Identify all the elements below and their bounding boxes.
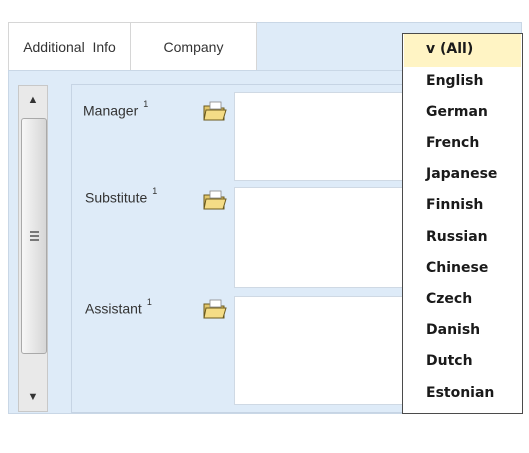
footnote-marker: 1 — [143, 99, 149, 109]
dropdown-option-danish[interactable]: Danish — [404, 315, 521, 345]
assistant-label: Assistant 1 — [85, 297, 152, 317]
language-dropdown-list[interactable]: v (All) English German French Japanese F… — [402, 33, 523, 414]
dropdown-option-french[interactable]: French — [404, 128, 521, 158]
grip-line — [30, 231, 39, 233]
dropdown-option-all[interactable]: v (All) — [404, 34, 521, 67]
dropdown-option-estonian[interactable]: Estonian — [404, 378, 521, 408]
footnote-marker: 1 — [146, 297, 152, 307]
scroll-up-icon[interactable]: ▲ — [21, 88, 45, 112]
dropdown-option-japanese[interactable]: Japanese — [404, 159, 521, 189]
dropdown-option-english[interactable]: English — [404, 66, 521, 96]
dropdown-option-russian[interactable]: Russian — [404, 222, 521, 252]
substitute-label: Substitute 1 — [85, 186, 158, 206]
dropdown-option-czech[interactable]: Czech — [404, 284, 521, 314]
footnote-marker: 1 — [152, 186, 158, 196]
dropdown-option-chinese[interactable]: Chinese — [404, 253, 521, 283]
scrollbar-thumb[interactable] — [21, 118, 47, 354]
manager-label-text: Manager — [83, 102, 139, 119]
grip-line — [30, 239, 39, 241]
manager-folder-icon[interactable] — [202, 99, 228, 123]
dropdown-option-german[interactable]: German — [404, 97, 521, 127]
assistant-label-text: Assistant — [85, 300, 142, 317]
assistant-folder-icon[interactable] — [202, 297, 228, 321]
scroll-down-icon[interactable]: ▼ — [21, 385, 45, 409]
tab-company[interactable]: Company — [130, 22, 257, 70]
manager-label: Manager 1 — [83, 99, 149, 119]
dropdown-option-dutch[interactable]: Dutch — [404, 346, 521, 376]
substitute-label-text: Substitute — [85, 189, 148, 206]
substitute-folder-icon[interactable] — [202, 188, 228, 212]
grip-line — [30, 235, 39, 237]
tab-additional-info[interactable]: Additional Info — [8, 22, 131, 70]
dropdown-option-finnish[interactable]: Finnish — [404, 190, 521, 220]
